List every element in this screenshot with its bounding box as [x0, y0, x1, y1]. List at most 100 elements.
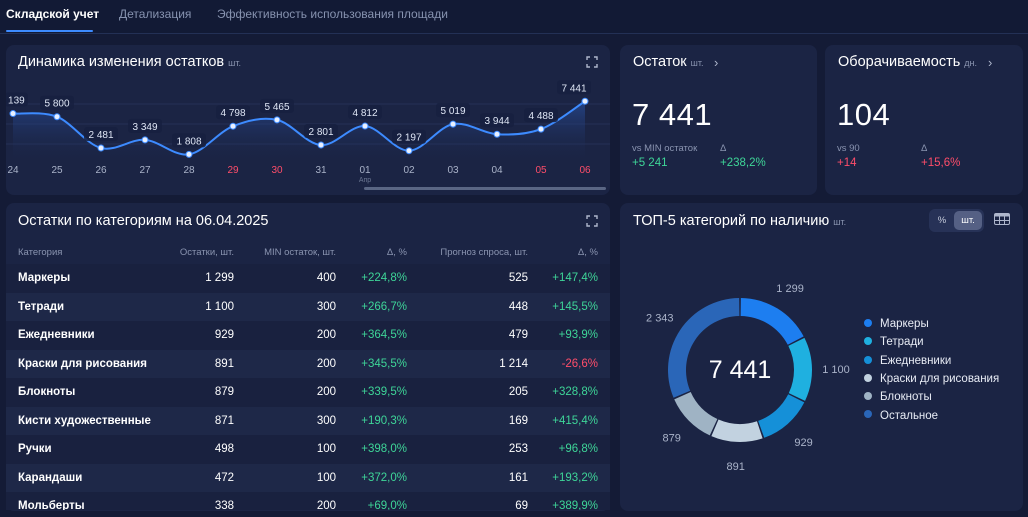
- stock-value: 7 441: [632, 97, 713, 132]
- data-point[interactable]: [405, 147, 413, 155]
- data-label: 5 465: [264, 102, 289, 113]
- legend-dot-icon: [864, 337, 872, 346]
- turnover-title[interactable]: Оборачиваемость дн.: [838, 54, 977, 70]
- data-point[interactable]: [53, 113, 61, 121]
- slice-value-label: 2 343: [646, 312, 674, 324]
- data-label: 3 944: [484, 116, 509, 127]
- tab-warehouse-accounting[interactable]: Складской учет: [6, 7, 99, 21]
- turnover-delta-label: Δ: [921, 143, 928, 154]
- legend-dot-icon: [864, 373, 872, 382]
- data-point[interactable]: [97, 144, 105, 152]
- toggle-percent-button[interactable]: %: [931, 211, 953, 230]
- donut-slice[interactable]: [758, 394, 805, 438]
- data-label: 5 019: [440, 106, 465, 117]
- legend-dot-icon: [864, 355, 872, 364]
- expand-icon[interactable]: [586, 56, 598, 68]
- tab-space-efficiency[interactable]: Эффективность использования площади: [217, 7, 448, 21]
- top5-title: ТОП-5 категорий по наличию шт.: [633, 213, 846, 229]
- x-tick-label: 25: [51, 165, 63, 176]
- legend-item[interactable]: Остальное: [864, 410, 938, 422]
- chart-scrollbar[interactable]: [364, 187, 606, 190]
- stock-delta-label: Δ: [720, 143, 727, 154]
- x-tick-label: 24: [7, 165, 19, 176]
- legend-item[interactable]: Ежедневники: [864, 355, 951, 367]
- legend-dot-icon: [864, 392, 872, 401]
- x-tick-label: 26: [95, 165, 107, 176]
- data-point[interactable]: [141, 136, 149, 144]
- legend-label: Краски для рисования: [880, 372, 1000, 385]
- donut-slice[interactable]: [711, 419, 763, 442]
- col-header-min[interactable]: MIN остаток, шт.: [264, 247, 336, 258]
- legend-item[interactable]: Блокноты: [864, 391, 932, 403]
- x-tick-label: 01: [359, 165, 371, 176]
- data-point[interactable]: [449, 120, 457, 128]
- data-point[interactable]: [185, 150, 193, 158]
- legend-item[interactable]: Маркеры: [864, 318, 929, 330]
- dynamics-line-chart: 139 5 800 2 481 3 349 1 808 4 798 5 465 2 801 4 …: [6, 80, 610, 184]
- x-tick-label: 06: [579, 165, 591, 176]
- top5-unit: шт.: [833, 217, 847, 227]
- active-tab-indicator: [6, 30, 93, 32]
- top5-title-text: ТОП-5 категорий по наличию: [633, 213, 830, 229]
- legend-label: Ежедневники: [880, 354, 952, 367]
- expand-icon[interactable]: [586, 215, 598, 227]
- x-tick-label: 30: [271, 165, 283, 176]
- turnover-unit: дн.: [964, 58, 977, 68]
- turnover-chevron-icon[interactable]: ›: [988, 55, 992, 70]
- legend-dot-icon: [864, 318, 872, 327]
- data-point[interactable]: [581, 97, 589, 105]
- dynamics-title: Динамика изменения остатков шт.: [18, 54, 241, 70]
- data-label: 5 800: [44, 99, 69, 110]
- col-header-delta1[interactable]: Δ, %: [387, 247, 407, 258]
- stock-compare-label: vs MIN остаток: [632, 143, 698, 154]
- col-header-category[interactable]: Категория: [18, 247, 62, 258]
- top-tab-bar: Складской учет Детализация Эффективность…: [0, 0, 1028, 34]
- x-tick-label: 31: [315, 165, 327, 176]
- stock-title[interactable]: Остаток шт.: [633, 54, 704, 70]
- data-point[interactable]: [493, 130, 501, 138]
- x-tick-label: 28: [183, 165, 195, 176]
- stock-chevron-icon[interactable]: ›: [714, 55, 718, 70]
- turnover-title-text: Оборачиваемость: [838, 54, 961, 70]
- legend-label: Маркеры: [880, 318, 929, 330]
- data-point[interactable]: [229, 122, 237, 130]
- data-label: 2 481: [88, 130, 113, 141]
- col-header-stock[interactable]: Остатки, шт.: [180, 247, 234, 258]
- slice-value-label: 891: [727, 461, 745, 473]
- data-point[interactable]: [9, 110, 17, 118]
- data-label: 2 801: [308, 127, 333, 138]
- month-label: Апр: [359, 177, 371, 184]
- table-view-icon[interactable]: [994, 213, 1010, 225]
- dynamics-unit: шт.: [228, 58, 241, 68]
- slice-value-label: 879: [662, 432, 680, 444]
- legend-item[interactable]: Тетради: [864, 336, 924, 348]
- legend-label: Тетради: [880, 336, 924, 349]
- data-label: 139: [8, 96, 25, 107]
- x-tick-label: 29: [227, 165, 239, 176]
- x-tick-label: 05: [535, 165, 547, 176]
- data-point[interactable]: [317, 141, 325, 149]
- col-header-forecast[interactable]: Прогноз спроса, шт.: [440, 247, 528, 258]
- data-point[interactable]: [537, 125, 545, 133]
- slice-value-label: 1 299: [776, 283, 804, 295]
- donut-slice[interactable]: [788, 337, 812, 401]
- turnover-value: 104: [837, 97, 891, 132]
- data-point[interactable]: [273, 116, 281, 124]
- data-label: 4 798: [220, 108, 245, 119]
- col-header-delta2[interactable]: Δ, %: [578, 247, 598, 258]
- top5-donut-chart: 1 299 1 100 929 891 879 2 343 7 441: [646, 283, 850, 473]
- donut-slice[interactable]: [674, 392, 718, 436]
- tab-details[interactable]: Детализация: [119, 7, 191, 21]
- data-label: 4 812: [352, 108, 377, 119]
- donut-slice[interactable]: [740, 298, 804, 345]
- data-label: 3 349: [132, 122, 157, 133]
- x-tick-label: 02: [403, 165, 415, 176]
- toggle-pieces-button[interactable]: шт.: [954, 211, 982, 230]
- data-label: 1 808: [176, 136, 201, 147]
- data-label: 7 441: [561, 83, 586, 94]
- legend-dot-icon: [864, 410, 872, 419]
- categories-table-title: Остатки по категориям на 06.04.2025: [18, 213, 269, 229]
- data-point[interactable]: [361, 122, 369, 130]
- legend-item[interactable]: Краски для рисования: [864, 373, 999, 385]
- legend-label: Остальное: [880, 409, 939, 422]
